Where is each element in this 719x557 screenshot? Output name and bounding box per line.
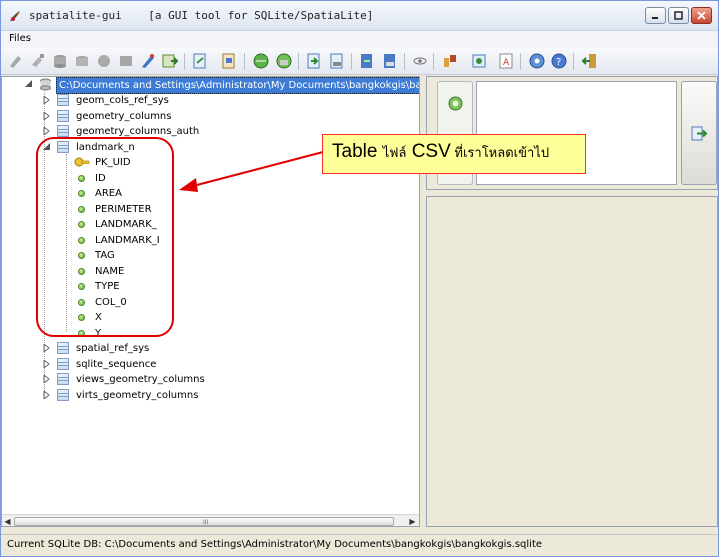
plugin-icon[interactable]: [139, 52, 157, 70]
main-window: spatialite-gui [a GUI tool for SQLite/Sp…: [0, 0, 719, 557]
db-icon[interactable]: [51, 52, 69, 70]
globe-icon[interactable]: [252, 52, 270, 70]
table-label[interactable]: spatial_ref_sys: [76, 341, 149, 356]
table-icon: [57, 125, 69, 137]
globe-export-icon[interactable]: [275, 52, 293, 70]
expand-arrow-icon[interactable]: [43, 391, 51, 399]
title-bar: spatialite-gui [a GUI tool for SQLite/Sp…: [1, 1, 718, 31]
connect-icon[interactable]: [7, 52, 25, 70]
expand-arrow-icon[interactable]: [43, 127, 51, 135]
tree-horizontal-scrollbar[interactable]: ◀ III ▶: [2, 514, 419, 526]
sql-icon[interactable]: [161, 52, 179, 70]
annotation-arrow: [179, 151, 324, 192]
eye-icon[interactable]: [411, 52, 429, 70]
disconnect-icon[interactable]: [29, 52, 47, 70]
exit-icon[interactable]: [581, 52, 599, 70]
window-title: spatialite-gui [a GUI tool for SQLite/Sp…: [29, 9, 374, 22]
table-label[interactable]: views_geometry_columns: [76, 372, 205, 387]
virtual-shp-icon[interactable]: [220, 52, 238, 70]
expand-arrow-icon[interactable]: [43, 96, 51, 104]
load-shp-icon[interactable]: [191, 52, 209, 70]
table-load-icon[interactable]: [358, 52, 376, 70]
app-feather-icon: [10, 11, 20, 21]
scroll-left-icon[interactable]: ◀: [2, 516, 13, 526]
annotation-callout: Table ไฟล์ CSV ที่เราโหลดเข้าไป: [322, 134, 586, 174]
table-icon: [57, 358, 69, 370]
toolbar: A ?: [1, 48, 718, 75]
maximize-button[interactable]: [668, 7, 689, 24]
expand-arrow-icon[interactable]: [43, 360, 51, 368]
minimize-button[interactable]: [645, 7, 666, 24]
svg-text:A: A: [503, 58, 510, 68]
table-icon: [57, 373, 69, 385]
table-icon: [57, 342, 69, 354]
execute-arrow-icon: [691, 126, 708, 141]
import-icon[interactable]: [305, 52, 323, 70]
db-save-icon[interactable]: [117, 52, 135, 70]
minimize-icon: [652, 17, 658, 19]
table-icon: [57, 389, 69, 401]
table-icon: [57, 94, 69, 106]
db-new-icon[interactable]: [73, 52, 91, 70]
expand-arrow-icon[interactable]: [43, 344, 51, 352]
tree-root-label[interactable]: C:\Documents and Settings\Administrator\…: [56, 77, 419, 94]
svg-text:?: ?: [556, 57, 561, 68]
close-button[interactable]: [691, 7, 712, 24]
about-icon[interactable]: ?: [550, 52, 568, 70]
history-back-icon[interactable]: [448, 96, 463, 111]
table-label[interactable]: virts_geometry_columns: [76, 388, 198, 403]
help-icon[interactable]: [528, 52, 546, 70]
close-icon: [697, 11, 706, 20]
database-icon: [40, 78, 51, 91]
execute-sql-button[interactable]: [681, 81, 717, 185]
expand-arrow-icon[interactable]: [43, 375, 51, 383]
table-label[interactable]: geom_cols_ref_sys: [76, 93, 169, 108]
db-memory-icon[interactable]: [95, 52, 113, 70]
menu-bar: Files: [1, 31, 718, 48]
annotation-highlight-ring: [36, 137, 174, 337]
maximize-icon: [674, 11, 683, 20]
expand-arrow-icon[interactable]: [43, 112, 51, 120]
scroll-grip: III: [203, 519, 209, 526]
table-icon: [57, 110, 69, 122]
result-panel: [426, 196, 718, 527]
table-label[interactable]: sqlite_sequence: [76, 357, 156, 372]
table-label[interactable]: geometry_columns: [76, 109, 171, 124]
chart-icon[interactable]: [441, 52, 459, 70]
export-icon[interactable]: [328, 52, 346, 70]
table-save-icon[interactable]: [381, 52, 399, 70]
menu-files[interactable]: Files: [9, 33, 31, 44]
pdf-icon[interactable]: A: [497, 52, 515, 70]
status-text: Current SQLite DB: C:\Documents and Sett…: [7, 539, 543, 550]
annotation-text: Table ไฟล์ CSV ที่เราโหลดเข้าไป: [332, 141, 550, 162]
scroll-right-icon[interactable]: ▶: [407, 516, 418, 526]
map-icon[interactable]: [470, 52, 488, 70]
collapse-arrow-icon[interactable]: [25, 80, 33, 88]
scroll-thumb[interactable]: III: [14, 517, 394, 526]
status-bar: Current SQLite DB: C:\Documents and Sett…: [1, 534, 718, 556]
